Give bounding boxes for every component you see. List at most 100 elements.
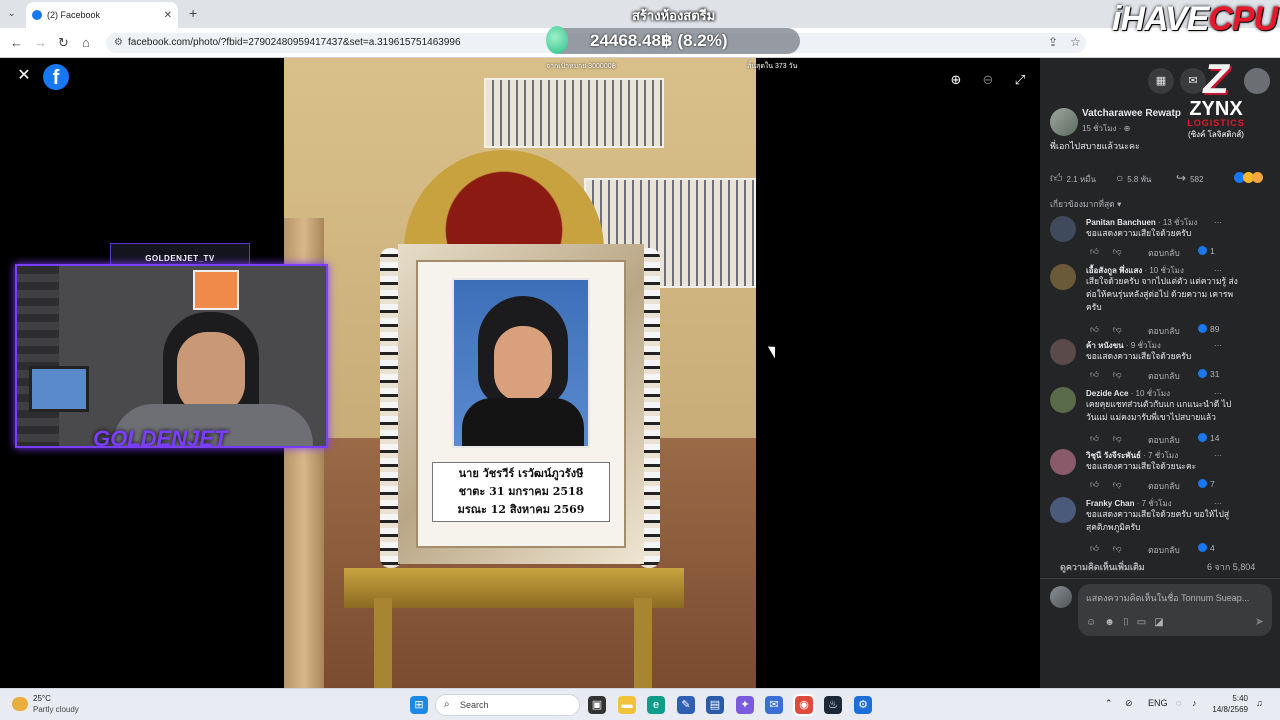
bookmark-star-icon[interactable]: ☆ xyxy=(1070,35,1081,49)
comment-dislike-icon[interactable]: 👎︎ xyxy=(1113,543,1122,553)
taskbar-search[interactable]: ⌕ Search xyxy=(435,694,580,716)
tray-chevron-icon[interactable]: ⌃ xyxy=(1105,698,1113,709)
chrome-icon[interactable]: ◉ xyxy=(793,694,815,716)
comment-more-options-icon[interactable]: ··· xyxy=(1214,341,1222,350)
file-explorer-icon[interactable]: ▬ xyxy=(618,696,636,714)
comment-like-icon[interactable]: 👍︎ xyxy=(1090,433,1099,443)
reaction-icons[interactable] xyxy=(1234,172,1263,186)
send-icon[interactable]: ➤ xyxy=(1255,615,1264,628)
copilot-icon[interactable]: ✦ xyxy=(736,696,754,714)
comment-like-count[interactable]: 7 xyxy=(1198,479,1215,489)
like-reaction-icon xyxy=(1198,246,1207,255)
taskbar-clock[interactable]: 5:40 14/8/2569 xyxy=(1208,693,1248,715)
facebook-logo-icon[interactable]: f xyxy=(43,64,69,90)
comment-text: เคยคุยแชทส่วนตัวกับแก แกแนะนำดี ไป วันแม… xyxy=(1086,399,1232,422)
home-icon[interactable]: ⌂ xyxy=(82,35,90,50)
weather-condition[interactable]: Partly cloudy xyxy=(33,705,79,714)
clock-time: 5:40 xyxy=(1232,694,1248,703)
tab-list-chevron-icon[interactable]: ⌄ xyxy=(8,8,16,19)
comment-dislike-icon[interactable]: 👎︎ xyxy=(1113,324,1122,334)
comment-dislike-icon[interactable]: 👎︎ xyxy=(1113,246,1122,256)
comment-dislike-icon[interactable]: 👎︎ xyxy=(1113,479,1122,489)
sponsor-subtitle: LOGISTICS xyxy=(1187,118,1245,128)
comment-like-count[interactable]: 31 xyxy=(1198,369,1219,379)
comment-more-options-icon[interactable]: ··· xyxy=(1214,499,1222,508)
edge-icon[interactable]: e xyxy=(647,696,665,714)
weather-cloud-icon[interactable] xyxy=(12,697,28,711)
language-indicator[interactable]: ENG xyxy=(1148,698,1168,708)
comment-like-icon[interactable]: 👍︎ xyxy=(1090,246,1099,256)
close-viewer-icon[interactable]: ✕ xyxy=(14,66,34,86)
wifi-icon[interactable]: ◌ xyxy=(1176,698,1181,708)
sticker-icon[interactable]: ◪ xyxy=(1154,617,1171,628)
comment-reply-link[interactable]: ตอบกลับ xyxy=(1148,479,1180,493)
commenter-avatar[interactable] xyxy=(1050,216,1076,242)
tab-close-icon[interactable]: ✕ xyxy=(164,10,172,21)
comment-like-icon[interactable]: 👍︎ xyxy=(1090,543,1099,553)
comment-like-icon[interactable]: 👍︎ xyxy=(1090,324,1099,334)
like-count[interactable]: 👍︎ 2.1 หมื่น xyxy=(1050,171,1096,186)
comment-actions: 👍︎ 👎︎ ตอบกลับ 1 xyxy=(1090,246,1215,258)
notification-bell-icon[interactable]: ♫ xyxy=(1256,698,1263,708)
fullscreen-icon[interactable]: ⤢ xyxy=(1010,72,1030,92)
comment-dislike-icon[interactable]: 👎︎ xyxy=(1113,369,1122,379)
comment-like-icon[interactable]: 👍︎ xyxy=(1090,369,1099,379)
tab-facebook[interactable]: (2) Facebook ✕ xyxy=(26,2,178,28)
notes-app-icon[interactable]: ✎ xyxy=(677,696,695,714)
emoji-icon[interactable]: ☻ xyxy=(1104,617,1123,628)
comment-sort-dropdown[interactable]: เกี่ยวข้องมากที่สุด ▾ xyxy=(1050,197,1121,211)
view-more-comments-link[interactable]: ดูความคิดเห็นเพิ่มเติม xyxy=(1060,560,1145,574)
post-time[interactable]: 15 ชั่วโมง · ⊕ xyxy=(1082,122,1130,135)
app-icon[interactable]: ⚙ xyxy=(854,696,872,714)
new-tab-plus-icon[interactable]: + xyxy=(189,5,197,21)
comment-dislike-icon[interactable]: 👎︎ xyxy=(1113,433,1122,443)
commenter-avatar[interactable] xyxy=(1050,339,1076,365)
weather-temp[interactable]: 25°C xyxy=(33,694,51,703)
comment-reply-link[interactable]: ตอบกลับ xyxy=(1148,543,1180,557)
gif-icon[interactable]: ▭ xyxy=(1137,617,1154,628)
comment-count[interactable]: ○ 5.8 พัน xyxy=(1116,171,1151,186)
current-user-avatar[interactable] xyxy=(1050,586,1072,608)
share-count[interactable]: ↪ 582 xyxy=(1176,171,1203,185)
comment-like-count[interactable]: 4 xyxy=(1198,543,1215,553)
poster-avatar[interactable] xyxy=(1050,108,1078,136)
comment-like-count-text: 1 xyxy=(1210,246,1215,256)
commenter-avatar[interactable] xyxy=(1050,497,1076,523)
back-arrow-icon[interactable]: ← xyxy=(10,35,23,50)
commenter-avatar[interactable] xyxy=(1050,449,1076,475)
url-text: facebook.com/photo/?fbid=279024809594174… xyxy=(128,37,461,48)
install-app-icon[interactable]: ⇪ xyxy=(1048,35,1058,49)
comment-like-count[interactable]: 89 xyxy=(1198,324,1219,334)
poster-name[interactable]: Vatcharawee Rewatp xyxy=(1082,108,1181,119)
comment-reply-link[interactable]: ตอบกลับ xyxy=(1148,246,1180,260)
comment-reply-link[interactable]: ตอบกลับ xyxy=(1148,369,1180,383)
zoom-out-icon[interactable]: ⊖ xyxy=(978,72,998,92)
commenter-avatar[interactable] xyxy=(1050,264,1076,290)
comment-more-options-icon[interactable]: ··· xyxy=(1214,389,1222,398)
volume-icon[interactable]: ♪ xyxy=(1192,698,1197,708)
zoom-in-icon[interactable]: ⊕ xyxy=(946,72,966,92)
comment-more-options-icon[interactable]: ··· xyxy=(1214,266,1222,275)
comment-like-icon[interactable]: 👍︎ xyxy=(1090,479,1099,489)
site-info-icon[interactable]: ⚙ xyxy=(114,37,123,48)
comment-more-options-icon[interactable]: ··· xyxy=(1214,451,1222,460)
comment-reply-link[interactable]: ตอบกลับ xyxy=(1148,433,1180,447)
commenter-avatar[interactable] xyxy=(1050,387,1076,413)
comment-like-count[interactable]: 14 xyxy=(1198,433,1219,443)
mail-icon[interactable]: ✉ xyxy=(765,696,783,714)
store-icon[interactable]: ▤ xyxy=(706,696,724,714)
windows-taskbar: 25°C Partly cloudy ⊞ ⌕ Search ▣ ▬ e ✎ ▤ ✦… xyxy=(0,688,1280,720)
start-windows-icon[interactable]: ⊞ xyxy=(410,696,428,714)
comment-like-count[interactable]: 1 xyxy=(1198,246,1215,256)
forward-arrow-icon[interactable]: → xyxy=(34,35,47,50)
task-view-icon[interactable]: ▣ xyxy=(588,696,606,714)
comment-more-options-icon[interactable]: ··· xyxy=(1214,218,1222,227)
steam-icon[interactable]: ♨ xyxy=(824,696,842,714)
network-icon[interactable]: ⊘ xyxy=(1125,698,1133,709)
comment-text: ขอแสดงความเสียใจด้วยครับ xyxy=(1086,351,1192,361)
avatar-sticker-icon[interactable]: ☺ xyxy=(1086,617,1104,628)
comment-reply-link[interactable]: ตอบกลับ xyxy=(1148,324,1180,338)
reload-icon[interactable]: ↻ xyxy=(58,35,69,51)
camera-icon[interactable]: ⌷ xyxy=(1123,617,1137,628)
comment-input[interactable]: แสดงความคิดเห็นในชื่อ Tonnum Sueap... ☺☻… xyxy=(1078,584,1272,636)
